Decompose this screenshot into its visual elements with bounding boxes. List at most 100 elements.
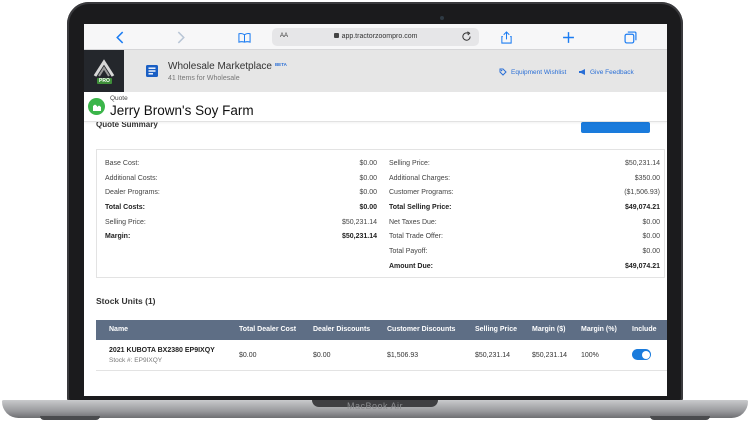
quote-label: Quote	[110, 95, 128, 102]
equipment-wishlist-link[interactable]: Equipment Wishlist	[499, 68, 566, 76]
column-header[interactable]: Name	[109, 326, 128, 333]
beta-badge: BETA	[274, 62, 287, 67]
summary-row: Total Payoff: $0.00	[389, 244, 660, 259]
summary-label: Dealer Programs:	[105, 189, 160, 197]
column-header[interactable]: Margin (%)	[581, 326, 617, 333]
summary-label: Amount Due:	[389, 262, 433, 270]
summary-label: Additional Charges:	[389, 174, 451, 182]
selling-price: $50,231.14	[475, 352, 511, 359]
summary-value: $49,074.21	[624, 262, 660, 270]
summary-value: $0.00	[359, 203, 377, 211]
summary-value: $0.00	[359, 159, 377, 167]
total-dealer-cost: $0.00	[239, 352, 257, 359]
bookmarks-icon[interactable]	[236, 29, 252, 45]
summary-label: Net Taxes Due:	[389, 218, 437, 226]
marketplace-icon	[146, 65, 158, 77]
summary-value: $49,074.21	[624, 203, 660, 211]
share-icon[interactable]	[498, 29, 514, 45]
farm-icon	[88, 98, 105, 115]
summary-row: Total Selling Price: $49,074.21	[389, 200, 660, 215]
customer-discounts: $1,506.93	[387, 352, 419, 359]
include-toggle[interactable]	[632, 349, 651, 360]
forward-icon[interactable]	[172, 29, 188, 45]
stock-units-title: Stock Units (1)	[96, 296, 156, 306]
stock-units-table: Name Total Dealer Cost Dealer Discounts Cus…	[96, 320, 667, 371]
summary-value: $0.00	[359, 174, 377, 182]
summary-row: Customer Programs: ($1,506.93)	[389, 185, 660, 200]
table-body: 2021 KUBOTA BX2380 EP9IXQY Stock #: EP9IX…	[96, 340, 667, 371]
summary-costs-column: Base Cost: $0.00 Additional Costs: $0.00 Dea…	[105, 156, 377, 244]
summary-value: $50,231.14	[341, 233, 377, 241]
unit-name: 2021 KUBOTA BX2380 EP9IXQY	[109, 347, 215, 354]
summary-row: Dealer Programs: $0.00	[105, 185, 377, 200]
summary-label: Total Costs:	[105, 203, 145, 211]
summary-value: $50,231.14	[341, 218, 377, 226]
margin-percent: 100%	[581, 352, 599, 359]
items-count: 41 Items for Wholesale	[168, 75, 240, 82]
summary-label: Total Trade Offer:	[389, 233, 443, 241]
summary-value: $0.00	[359, 189, 377, 197]
summary-label: Selling Price:	[389, 159, 430, 167]
summary-row: Amount Due: $49,074.21	[389, 259, 660, 274]
summary-row: Selling Price: $50,231.14	[105, 215, 377, 230]
marketplace-title: Wholesale Marketplace	[168, 61, 272, 72]
summary-label: Additional Costs:	[105, 174, 158, 182]
summary-row: Additional Costs: $0.00	[105, 171, 377, 186]
reload-icon[interactable]	[461, 31, 472, 42]
summary-value: ($1,506.93)	[624, 189, 660, 197]
summary-row: Total Costs: $0.00	[105, 200, 377, 215]
app-header: PRO Wholesale Marketplace BETA 41 Items f…	[84, 50, 667, 92]
primary-action-button[interactable]	[581, 122, 650, 133]
unit-stock-number: Stock #: EP9IXQY	[109, 357, 163, 364]
summary-value: $0.00	[642, 247, 660, 255]
customer-name: Jerry Brown's Soy Farm	[110, 103, 254, 118]
margin-dollars: $50,231.14	[532, 352, 568, 359]
give-feedback-link[interactable]: Give Feedback	[578, 68, 634, 76]
summary-row: Base Cost: $0.00	[105, 156, 377, 171]
new-tab-icon[interactable]	[560, 29, 576, 45]
model-label: MacBook Air	[346, 401, 404, 411]
browser-toolbar: AA app.tractorzoompro.com	[84, 24, 667, 50]
back-icon[interactable]	[112, 29, 128, 45]
tractor-logo-icon	[93, 59, 115, 77]
laptop-foot-right	[650, 416, 710, 420]
column-header[interactable]: Include	[632, 326, 657, 333]
summary-row: Additional Charges: $350.00	[389, 171, 660, 186]
summary-label: Margin:	[105, 233, 131, 241]
summary-row: Selling Price: $50,231.14	[389, 156, 660, 171]
summary-label: Selling Price:	[105, 218, 146, 226]
table-row[interactable]: 2021 KUBOTA BX2380 EP9IXQY Stock #: EP9IX…	[96, 340, 667, 371]
app-logo[interactable]: PRO	[84, 50, 124, 92]
summary-pricing-column: Selling Price: $50,231.14 Additional Charg…	[389, 156, 660, 274]
megaphone-icon	[579, 69, 585, 75]
screen: AA app.tractorzoompro.com PRO Wholesale …	[84, 24, 667, 396]
column-header[interactable]: Total Dealer Cost	[239, 326, 296, 333]
lock-icon	[333, 33, 339, 38]
address-bar[interactable]: AA app.tractorzoompro.com	[272, 28, 479, 46]
summary-label: Total Selling Price:	[389, 203, 452, 211]
url-text: app.tractorzoompro.com	[341, 33, 418, 40]
summary-row: Net Taxes Due: $0.00	[389, 215, 660, 230]
summary-value: $0.00	[642, 218, 660, 226]
summary-row: Total Trade Offer: $0.00	[389, 229, 660, 244]
quote-summary-panel: Base Cost: $0.00 Additional Costs: $0.00 Dea…	[96, 149, 665, 278]
summary-label: Customer Programs:	[389, 189, 454, 197]
quote-title-bar: Quote Jerry Brown's Soy Farm	[84, 92, 667, 122]
table-header-row: Name Total Dealer Cost Dealer Discounts Cus…	[96, 320, 667, 340]
column-header[interactable]: Margin ($)	[532, 326, 565, 333]
column-header[interactable]: Dealer Discounts	[313, 326, 370, 333]
summary-value: $0.00	[642, 233, 660, 241]
summary-row: Margin: $50,231.14	[105, 229, 377, 244]
pro-badge: PRO	[97, 78, 112, 84]
wishlist-icon	[499, 68, 507, 76]
summary-value: $350.00	[634, 174, 660, 182]
summary-value: $50,231.14	[624, 159, 660, 167]
column-header[interactable]: Customer Discounts	[387, 326, 455, 333]
laptop-foot-left	[40, 416, 100, 420]
summary-label: Total Payoff:	[389, 247, 428, 255]
camera	[440, 16, 444, 20]
tabs-icon[interactable]	[622, 29, 638, 45]
dealer-discounts: $0.00	[313, 352, 331, 359]
column-header[interactable]: Selling Price	[475, 326, 517, 333]
summary-label: Base Cost:	[105, 159, 140, 167]
